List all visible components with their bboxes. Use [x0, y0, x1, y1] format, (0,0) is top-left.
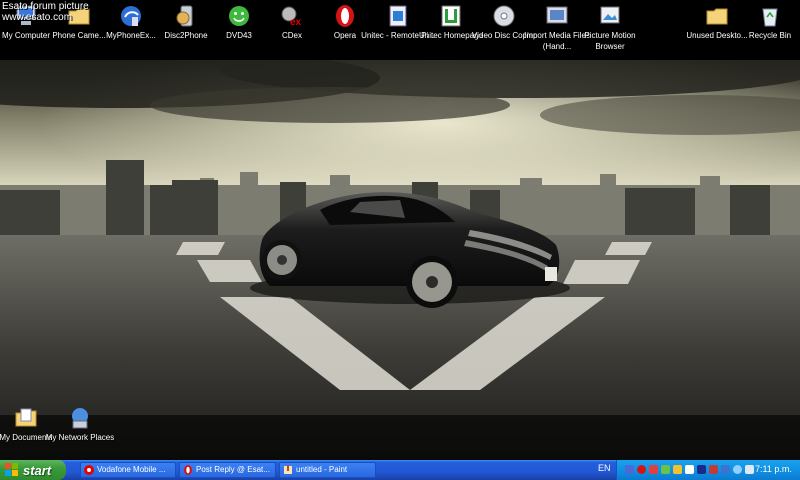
vodafone-icon — [84, 465, 94, 475]
desktop-icon-label: Recycle Bin — [748, 31, 792, 40]
recycle-bin-icon — [762, 8, 778, 27]
tray-antivirus-icon[interactable] — [709, 465, 718, 474]
language-indicator[interactable]: EN — [598, 463, 611, 473]
unitec-remote-icon — [389, 5, 407, 27]
tray-phone-icon[interactable] — [721, 465, 730, 474]
windows-flag-icon — [5, 463, 18, 476]
opera-icon — [184, 465, 192, 475]
desktop-icon-label: Picture Motion Browser — [584, 31, 636, 51]
task-label: Vodafone Mobile ... — [97, 465, 166, 474]
network-places-icon — [72, 408, 88, 429]
unitec-homepage-icon — [441, 5, 461, 27]
task-button-vodafone[interactable]: Vodafone Mobile ... — [80, 462, 176, 478]
tray-device-icon[interactable] — [685, 465, 694, 474]
taskbar: start Vodafone Mobile ... Post Reply @ E… — [0, 460, 800, 480]
disc2phone-icon — [176, 5, 193, 27]
cdex-icon: ex — [281, 6, 302, 28]
phone-explorer-icon — [121, 6, 141, 26]
tray-network-icon[interactable] — [625, 465, 634, 474]
system-tray: 7:11 p.m. — [616, 460, 800, 480]
watermark-line-2: www.esato.com — [2, 12, 73, 23]
tray-update-icon[interactable] — [661, 465, 670, 474]
tray-warning-icon[interactable] — [673, 465, 682, 474]
desktop-wallpaper — [0, 60, 800, 460]
import-media-icon — [546, 6, 568, 24]
wallpaper-image — [0, 60, 800, 460]
folder-icon — [706, 8, 728, 25]
task-button-paint[interactable]: untitled - Paint — [279, 462, 376, 478]
watermark-line-1: Esato forum picture — [2, 1, 89, 12]
tray-opera-icon[interactable] — [637, 465, 646, 474]
opera-icon — [336, 5, 354, 27]
tray-bluetooth-icon[interactable] — [697, 465, 706, 474]
picture-browser-icon — [600, 6, 620, 24]
desktop-icon-picture-motion-browser[interactable]: Picture Motion Browser — [572, 3, 648, 52]
task-button-post-reply[interactable]: Post Reply @ Esat... — [179, 462, 276, 478]
task-label: Post Reply @ Esat... — [196, 465, 270, 474]
svg-text:ex: ex — [290, 17, 302, 28]
desktop-icon-my-network-places[interactable]: My Network Places — [42, 405, 118, 443]
my-documents-icon — [15, 408, 37, 427]
start-label: start — [23, 462, 52, 478]
forum-watermark: Esato forum picture www.esato.com — [2, 1, 89, 23]
tray-volume-icon[interactable] — [745, 465, 754, 474]
desktop-icon-label: My Network Places — [45, 433, 115, 442]
paint-icon — [284, 465, 292, 474]
tray-security-icon[interactable] — [649, 465, 658, 474]
dvd43-smiley-icon — [229, 6, 249, 26]
start-button[interactable]: start — [0, 460, 66, 480]
task-label: untitled - Paint — [296, 465, 348, 474]
tray-sync-icon[interactable] — [733, 465, 742, 474]
disc-copier-icon — [493, 5, 515, 27]
desktop-icon-recycle-bin[interactable]: Recycle Bin — [732, 3, 800, 41]
taskbar-clock[interactable]: 7:11 p.m. — [755, 464, 792, 474]
